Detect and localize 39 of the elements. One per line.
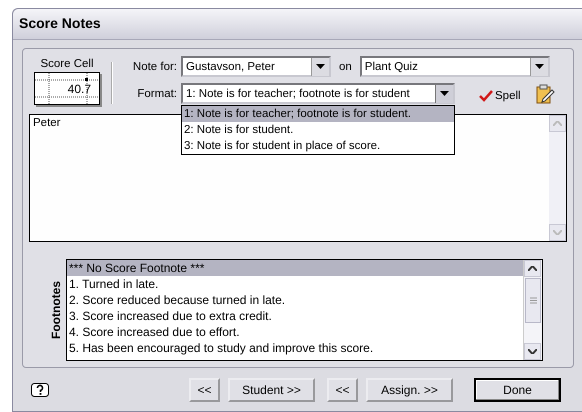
format-label: Format: <box>136 88 177 100</box>
previous-button[interactable]: << <box>327 378 358 402</box>
chevron-down-icon <box>528 349 537 354</box>
dropdown-option[interactable]: 2: Note is for student. <box>182 122 454 138</box>
dropdown-option[interactable]: 1: Note is for teacher; footnote is for student. <box>182 106 454 122</box>
scroll-thumb[interactable] <box>525 278 541 323</box>
next-button[interactable]: Assign. >> <box>366 378 453 402</box>
student-dropdown[interactable]: Gustavson, Peter <box>181 56 331 77</box>
chevron-up-icon <box>553 121 562 126</box>
footnotes-label: Footnotes <box>49 281 63 339</box>
dropdown-arrow-icon <box>316 64 325 69</box>
footnote-item[interactable]: 1. Turned in late. <box>67 276 523 292</box>
footnote-item[interactable]: 4. Score increased due to effort. <box>67 324 523 340</box>
assignment-dropdown[interactable]: Plant Quiz <box>360 56 550 77</box>
dropdown-arrow-icon <box>534 64 544 69</box>
note-for-label: Note for: <box>132 60 177 72</box>
footnotes-list[interactable] <box>66 259 543 361</box>
footnote-item[interactable]: 2. Score reduced because turned in late. <box>67 292 523 308</box>
note-text: Peter <box>32 116 62 131</box>
clipboard-pencil-icon[interactable] <box>534 84 555 104</box>
footnote-item[interactable]: 5. Has been encouraged to study and improve this score. <box>67 340 523 356</box>
score-cell: 40.7 <box>34 72 100 105</box>
dropdown-arrow-icon <box>440 91 449 96</box>
scroll-down-button[interactable] <box>524 343 541 360</box>
window-title: Score Notes <box>19 15 101 31</box>
chevron-up-icon <box>528 266 537 271</box>
help-icon[interactable] <box>31 383 49 397</box>
chevron-down-icon <box>553 230 562 235</box>
done-button[interactable]: Done <box>474 378 561 402</box>
footnote-item[interactable]: *** No Score Footnote *** <box>67 260 523 276</box>
on-label: on <box>339 60 352 72</box>
footnote-item[interactable]: 3. Score increased due to extra credit. <box>67 308 523 324</box>
next-button[interactable]: Student >> <box>228 378 315 402</box>
previous-button[interactable]: << <box>189 378 220 402</box>
check-mark-icon <box>479 90 493 102</box>
score-cell-label: Score Cell <box>40 58 94 70</box>
scroll-up-button[interactable] <box>524 260 541 277</box>
spell-button[interactable]: Spell <box>479 90 521 102</box>
dropdown-option[interactable]: 3: Note is for student in place of score. <box>182 138 454 154</box>
